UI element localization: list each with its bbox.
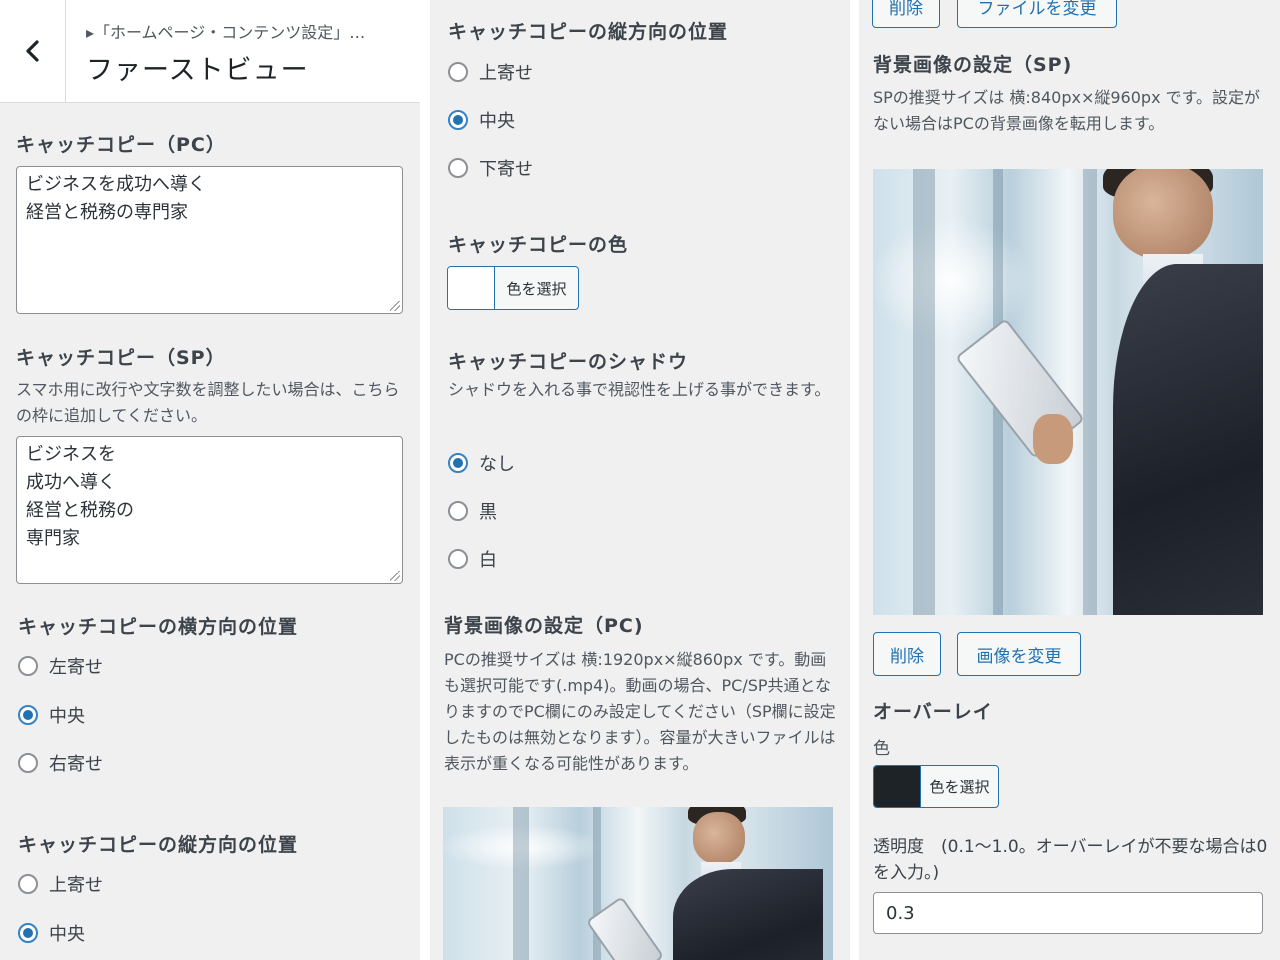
bg-pc-description: PCの推奨サイズは 横:1920px×縦860px です。動画も選択可能です(.… <box>444 650 836 773</box>
catch-pc-textarea[interactable]: ビジネスを成功へ導く 経営と税務の専門家 <box>16 166 403 314</box>
catch-pc-heading: キャッチコピー（PC） <box>16 134 226 156</box>
panel-header: ▸「ホームページ・コンテンツ設定」… ファーストビュー <box>0 0 420 103</box>
bg-sp-heading: 背景画像の設定（SP) <box>873 54 1073 76</box>
opacity-input[interactable]: 0.3 <box>873 892 1263 934</box>
change-image-button[interactable]: 画像を変更 <box>957 632 1081 676</box>
radio-shadow-white[interactable]: 白 <box>448 546 497 572</box>
radio-center[interactable]: 中央 <box>18 702 85 728</box>
catch-sp-textarea[interactable]: ビジネスを 成功へ導く 経営と税務の 専門家 <box>16 436 403 584</box>
resize-handle-icon[interactable] <box>390 301 400 311</box>
radio-middle[interactable]: 中央 <box>18 920 85 946</box>
catch-sp-description: スマホ用に改行や文字数を調整したい場合は、こちらの枠に追加してください。 <box>16 380 400 425</box>
radio-label: 黒 <box>479 502 497 523</box>
opacity-label: 透明度 (0.1〜1.0。オーバーレイが不要な場合は0を入力。) <box>873 837 1268 883</box>
radio-button[interactable] <box>448 501 468 521</box>
customizer-panel-middle: キャッチコピーの縦方向の位置 上寄せ 中央 下寄せ キャッチコピーの色 色を選択… <box>430 0 850 960</box>
change-file-button[interactable]: ファイルを変更 <box>957 0 1117 28</box>
customizer-panel-left: ▸「ホームページ・コンテンツ設定」… ファーストビュー キャッチコピー（PC） … <box>0 0 420 960</box>
radio-shadow-black[interactable]: 黒 <box>448 498 497 524</box>
overlay-color-picker-button[interactable]: 色を選択 <box>873 765 999 808</box>
radio-label: 上寄せ <box>479 63 533 84</box>
radio-top[interactable]: 上寄せ <box>448 59 533 85</box>
bg-pc-preview-image <box>443 807 833 960</box>
radio-bottom[interactable]: 下寄せ <box>448 155 533 181</box>
radio-left[interactable]: 左寄せ <box>18 653 103 679</box>
delete-file-button[interactable]: 削除 <box>872 0 940 28</box>
bg-sp-description: SPの推奨サイズは 横:840px×縦960px です。設定がない場合はPCの背… <box>873 88 1261 133</box>
radio-label: 右寄せ <box>49 754 103 775</box>
radio-label: 上寄せ <box>49 875 103 896</box>
radio-label: なし <box>479 454 515 475</box>
radio-button-selected[interactable] <box>448 110 468 130</box>
color-button-label: 色を選択 <box>506 279 567 298</box>
radio-right[interactable]: 右寄せ <box>18 750 103 776</box>
radio-button[interactable] <box>18 656 38 676</box>
radio-middle[interactable]: 中央 <box>448 107 515 133</box>
chevron-left-icon <box>25 40 39 62</box>
shadow-description: シャドウを入れる事で視認性を上げる事ができます。 <box>448 380 831 399</box>
radio-button[interactable] <box>448 158 468 178</box>
color-heading: キャッチコピーの色 <box>448 234 629 256</box>
radio-button[interactable] <box>448 62 468 82</box>
catch-sp-heading: キャッチコピー（SP） <box>16 347 226 369</box>
radio-button[interactable] <box>18 874 38 894</box>
h-position-heading: キャッチコピーの横方向の位置 <box>18 616 299 638</box>
bg-sp-preview-image <box>873 169 1263 615</box>
color-picker-button[interactable]: 色を選択 <box>447 266 579 310</box>
radio-button[interactable] <box>448 549 468 569</box>
radio-label: 下寄せ <box>479 159 533 180</box>
radio-label: 中央 <box>479 111 515 132</box>
resize-handle-icon[interactable] <box>390 571 400 581</box>
v-position-heading: キャッチコピーの縦方向の位置 <box>18 834 299 856</box>
color-swatch <box>448 267 495 309</box>
radio-shadow-none[interactable]: なし <box>448 450 515 476</box>
page-title: ファーストビュー <box>86 55 309 86</box>
delete-image-button[interactable]: 削除 <box>873 632 941 676</box>
radio-button-selected[interactable] <box>18 923 38 943</box>
radio-label: 中央 <box>49 924 85 945</box>
overlay-color-label: 色 <box>873 739 890 759</box>
radio-top[interactable]: 上寄せ <box>18 871 103 897</box>
column-divider <box>420 0 430 960</box>
bg-pc-heading: 背景画像の設定（PC) <box>444 615 644 637</box>
radio-label: 左寄せ <box>49 657 103 678</box>
radio-button[interactable] <box>18 753 38 773</box>
breadcrumb: ▸「ホームページ・コンテンツ設定」… <box>86 23 366 42</box>
shadow-heading: キャッチコピーのシャドウ <box>448 351 689 373</box>
v-position-heading: キャッチコピーの縦方向の位置 <box>448 21 729 43</box>
back-button[interactable] <box>0 0 66 102</box>
radio-label: 白 <box>479 550 497 571</box>
column-divider <box>850 0 859 960</box>
radio-button-selected[interactable] <box>18 705 38 725</box>
radio-button-selected[interactable] <box>448 453 468 473</box>
color-swatch <box>874 766 921 807</box>
overlay-heading: オーバーレイ <box>873 701 993 723</box>
customizer-panel-right: 削除 ファイルを変更 背景画像の設定（SP) SPの推奨サイズは 横:840px… <box>859 0 1280 960</box>
radio-label: 中央 <box>49 706 85 727</box>
color-button-label: 色を選択 <box>929 778 990 796</box>
